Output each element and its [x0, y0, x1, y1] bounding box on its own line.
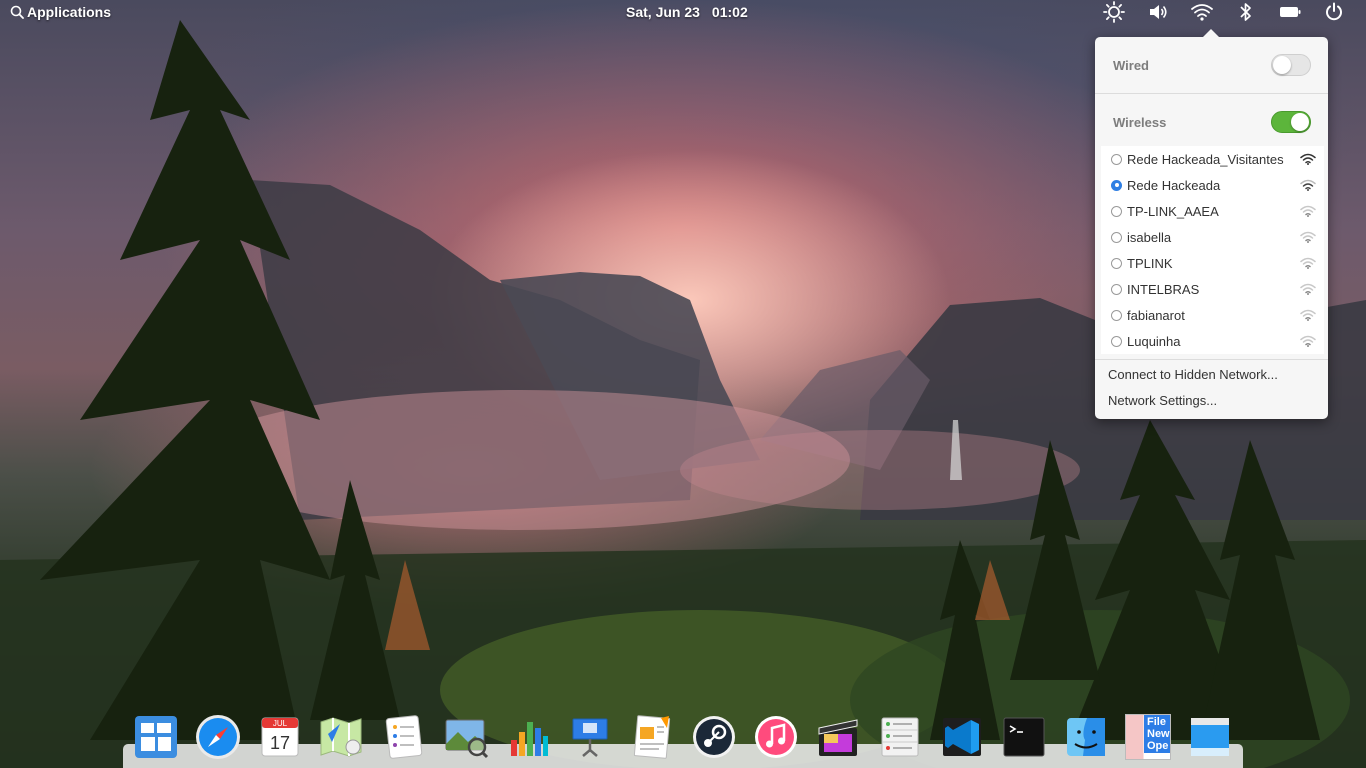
- search-icon: [10, 5, 24, 19]
- wifi-signal-icon: [1300, 257, 1316, 269]
- wireless-label: Wireless: [1113, 114, 1167, 130]
- calendar-day: 17: [270, 733, 290, 753]
- network-name: TP-LINK_AAEA: [1127, 203, 1219, 219]
- network-item[interactable]: Rede Hackeada_Visitantes: [1101, 146, 1324, 172]
- network-item[interactable]: fabianarot: [1101, 302, 1324, 328]
- radio-button[interactable]: [1111, 335, 1122, 347]
- chart-icon[interactable]: [505, 714, 551, 760]
- network-settings-item[interactable]: Network Settings...: [1108, 393, 1217, 408]
- reminders-icon[interactable]: [381, 714, 427, 760]
- terminal-icon[interactable]: [1001, 714, 1047, 760]
- time-label: 01:02: [711, 4, 748, 20]
- bluetooth-indicator[interactable]: [1224, 0, 1268, 24]
- network-item[interactable]: Luquinha: [1101, 328, 1324, 354]
- clapperboard-icon[interactable]: [815, 714, 861, 760]
- code-editor-icon[interactable]: [939, 714, 985, 760]
- applications-menu[interactable]: Applications: [10, 4, 111, 20]
- wired-toggle[interactable]: [1271, 54, 1311, 76]
- wifi-signal-icon: [1300, 231, 1316, 243]
- file-new-icon[interactable]: File New Ope: [1125, 714, 1171, 760]
- date-label: Sat, Jun 23: [626, 4, 700, 20]
- settings-list-icon[interactable]: [877, 714, 923, 760]
- file-new-text: File New Ope: [1144, 715, 1170, 753]
- wifi-signal-icon: [1300, 205, 1316, 217]
- wireless-network-list: Rede Hackeada_Visitantes Rede Hackeada T…: [1101, 146, 1324, 354]
- network-item[interactable]: Rede Hackeada: [1101, 172, 1324, 198]
- battery-icon: [1280, 7, 1301, 17]
- document-icon[interactable]: [629, 714, 675, 760]
- radio-button[interactable]: [1111, 283, 1122, 295]
- network-item[interactable]: TPLINK: [1101, 250, 1324, 276]
- wireless-toggle[interactable]: [1271, 111, 1311, 133]
- wired-row: Wired: [1095, 37, 1328, 93]
- network-name: TPLINK: [1127, 255, 1173, 271]
- wifi-signal-icon: [1300, 335, 1316, 347]
- network-name: Rede Hackeada: [1127, 177, 1221, 193]
- maps-icon[interactable]: [318, 714, 364, 760]
- radio-button[interactable]: [1111, 153, 1122, 165]
- network-name: fabianarot: [1127, 307, 1185, 323]
- wifi-signal-icon: [1300, 153, 1316, 165]
- bluetooth-icon: [1240, 3, 1251, 21]
- applications-label: Applications: [27, 4, 112, 20]
- divider: [1095, 359, 1328, 360]
- calendar-icon[interactable]: JUL 17: [257, 714, 303, 760]
- power-icon: [1326, 2, 1342, 21]
- brightness-indicator[interactable]: [1092, 0, 1136, 24]
- radio-button[interactable]: [1111, 205, 1122, 217]
- wifi-signal-icon: [1300, 179, 1316, 191]
- top-panel: Applications Sat, Jun 23 01:02: [0, 0, 1366, 24]
- network-name: Rede Hackeada_Visitantes: [1127, 151, 1284, 167]
- radio-button-selected[interactable]: [1111, 179, 1122, 191]
- wifi-icon: [1191, 4, 1213, 21]
- steam-icon[interactable]: [691, 714, 737, 760]
- compass-icon[interactable]: [195, 714, 241, 760]
- volume-indicator[interactable]: [1136, 0, 1180, 24]
- brightness-icon: [1103, 1, 1125, 23]
- wired-label: Wired: [1113, 57, 1149, 73]
- network-name: INTELBRAS: [1127, 281, 1200, 297]
- network-item[interactable]: TP-LINK_AAEA: [1101, 198, 1324, 224]
- finder-icon[interactable]: [1063, 714, 1109, 760]
- network-item[interactable]: INTELBRAS: [1101, 276, 1324, 302]
- indicator-area: [1092, 0, 1356, 24]
- wifi-signal-icon: [1300, 309, 1316, 321]
- connect-hidden-network-item[interactable]: Connect to Hidden Network...: [1108, 367, 1278, 382]
- wireless-row: Wireless: [1095, 94, 1328, 150]
- calendar-month: JUL: [273, 719, 288, 728]
- battery-indicator[interactable]: [1268, 0, 1312, 24]
- radio-button[interactable]: [1111, 257, 1122, 269]
- radio-button[interactable]: [1111, 231, 1122, 243]
- datetime-indicator[interactable]: Sat, Jun 23 01:02: [626, 4, 748, 20]
- network-item[interactable]: isabella: [1101, 224, 1324, 250]
- network-indicator[interactable]: [1180, 0, 1224, 24]
- power-indicator[interactable]: [1312, 0, 1356, 24]
- network-popover: Wired Wireless Rede Hackeada_Visitantes …: [1095, 29, 1328, 419]
- radio-button[interactable]: [1111, 309, 1122, 321]
- music-note-icon[interactable]: [753, 714, 799, 760]
- multitasking-icon[interactable]: [133, 714, 179, 760]
- wifi-signal-icon: [1300, 283, 1316, 295]
- volume-icon: [1150, 5, 1167, 19]
- presentation-icon[interactable]: [567, 714, 613, 760]
- photo-viewer-icon[interactable]: [443, 714, 489, 760]
- window-icon[interactable]: [1187, 714, 1233, 760]
- network-name: isabella: [1127, 229, 1172, 245]
- network-name: Luquinha: [1127, 333, 1181, 349]
